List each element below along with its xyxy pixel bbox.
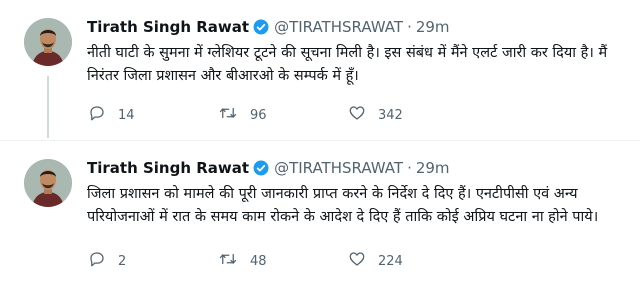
tweet-header: Tirath Singh Rawat @TIRATHSRAWAT · 29m <box>87 157 450 179</box>
tweet-actions: 14 96 342 <box>88 104 478 126</box>
separator-dot: · <box>407 159 412 177</box>
reply-button[interactable]: 2 <box>88 250 218 272</box>
retweet-icon <box>218 104 250 126</box>
author-handle[interactable]: @TIRATHSRAWAT <box>274 18 403 36</box>
like-count: 224 <box>378 253 403 269</box>
tweet-text: जिला प्रशासन को मामले की पूरी जानकारी प्… <box>87 186 599 225</box>
heart-icon <box>348 250 378 272</box>
reply-count: 14 <box>118 107 135 123</box>
reply-button[interactable]: 14 <box>88 104 218 126</box>
tweet-actions: 2 48 224 <box>88 250 478 272</box>
reply-icon <box>88 104 118 126</box>
like-button[interactable]: 224 <box>348 250 478 272</box>
retweet-button[interactable]: 96 <box>218 104 348 126</box>
separator-dot: · <box>407 18 412 36</box>
tweet-timestamp[interactable]: 29m <box>416 159 450 177</box>
avatar[interactable] <box>24 18 72 66</box>
avatar[interactable] <box>24 159 72 207</box>
verified-badge-icon <box>252 18 270 36</box>
retweet-icon <box>218 250 250 272</box>
tweet-header: Tirath Singh Rawat @TIRATHSRAWAT · 29m <box>87 16 450 38</box>
like-count: 342 <box>378 107 403 123</box>
verified-badge-icon <box>252 159 270 177</box>
reply-icon <box>88 250 118 272</box>
retweet-button[interactable]: 48 <box>218 250 348 272</box>
tweet[interactable]: Tirath Singh Rawat @TIRATHSRAWAT · 29m न… <box>0 0 640 140</box>
retweet-count: 96 <box>250 107 267 123</box>
tweet-text: नीती घाटी के सुमना में ग्लेशियर टूटने की… <box>87 45 608 84</box>
reply-count: 2 <box>118 253 127 269</box>
author-name[interactable]: Tirath Singh Rawat <box>87 159 249 177</box>
tweet[interactable]: Tirath Singh Rawat @TIRATHSRAWAT · 29m ज… <box>0 140 640 286</box>
like-button[interactable]: 342 <box>348 104 478 126</box>
heart-icon <box>348 104 378 126</box>
tweet-timestamp[interactable]: 29m <box>416 18 450 36</box>
author-handle[interactable]: @TIRATHSRAWAT <box>274 159 403 177</box>
author-name[interactable]: Tirath Singh Rawat <box>87 18 249 36</box>
retweet-count: 48 <box>250 253 267 269</box>
